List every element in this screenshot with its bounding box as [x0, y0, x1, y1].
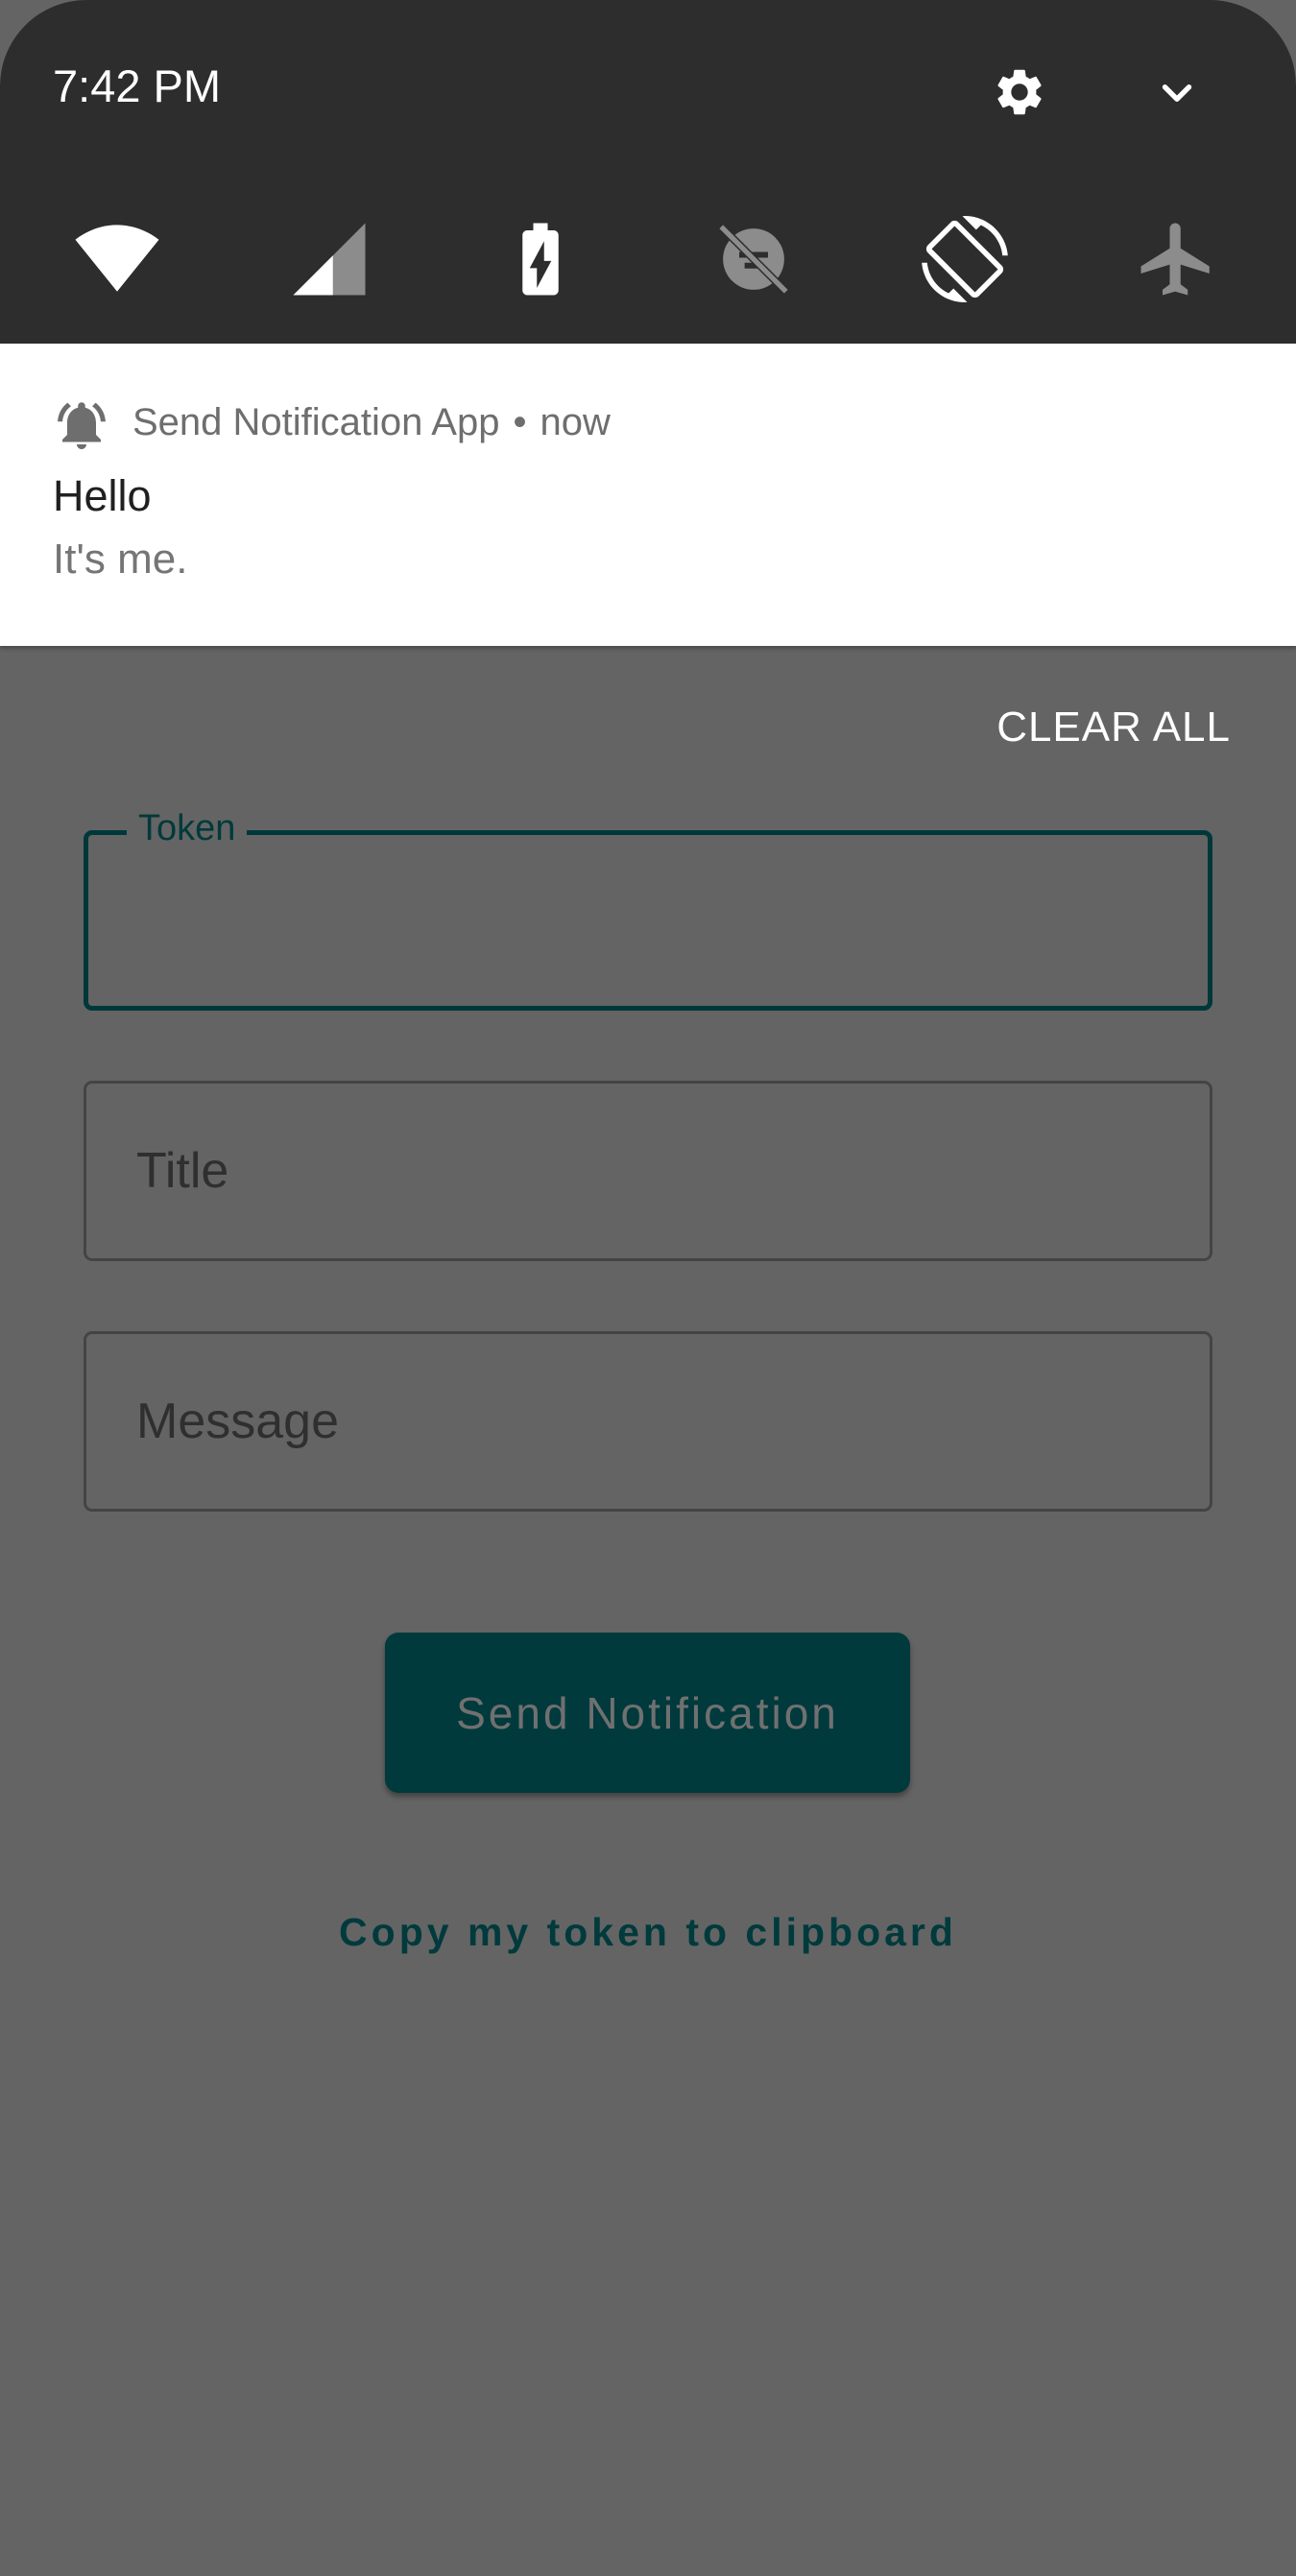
token-field[interactable]: Token [84, 808, 1212, 1011]
data-saver-icon[interactable] [710, 216, 797, 302]
screen: 7:42 PM Send Notification App • now Hell… [0, 0, 1296, 2576]
battery-saver-icon[interactable] [497, 216, 584, 302]
token-label: Token [127, 808, 248, 849]
notification-bell-icon [58, 402, 106, 449]
message-placeholder: Message [136, 1394, 339, 1449]
notification-app-name: Send Notification App [132, 401, 500, 443]
auto-rotate-icon[interactable] [922, 216, 1008, 302]
airplane-mode-icon[interactable] [1134, 216, 1220, 302]
quick-settings-panel: 7:42 PM [0, 0, 1296, 344]
notification-separator: • [513, 401, 527, 443]
wifi-icon[interactable] [74, 216, 160, 302]
notification-time: now [540, 401, 611, 443]
send-notification-button[interactable]: Send Notification [385, 1633, 910, 1793]
title-placeholder: Title [136, 1143, 229, 1199]
copy-token-button[interactable]: Copy my token to clipboard [0, 1910, 1296, 1955]
title-field[interactable]: Title [84, 1081, 1212, 1261]
status-time: 7:42 PM [53, 60, 222, 111]
message-field[interactable]: Message [84, 1331, 1212, 1512]
expand-chevron-icon[interactable] [1150, 69, 1204, 117]
cellular-signal-icon[interactable] [286, 216, 372, 302]
notification-card[interactable]: Send Notification App • now Hello It's me. [0, 344, 1296, 646]
notification-text: It's me. [53, 536, 188, 583]
notification-title: Hello [53, 471, 152, 520]
clear-all-button[interactable]: CLEAR ALL [996, 704, 1231, 751]
notification-header: Send Notification App • now [132, 401, 611, 444]
settings-gear-icon[interactable] [992, 64, 1047, 120]
